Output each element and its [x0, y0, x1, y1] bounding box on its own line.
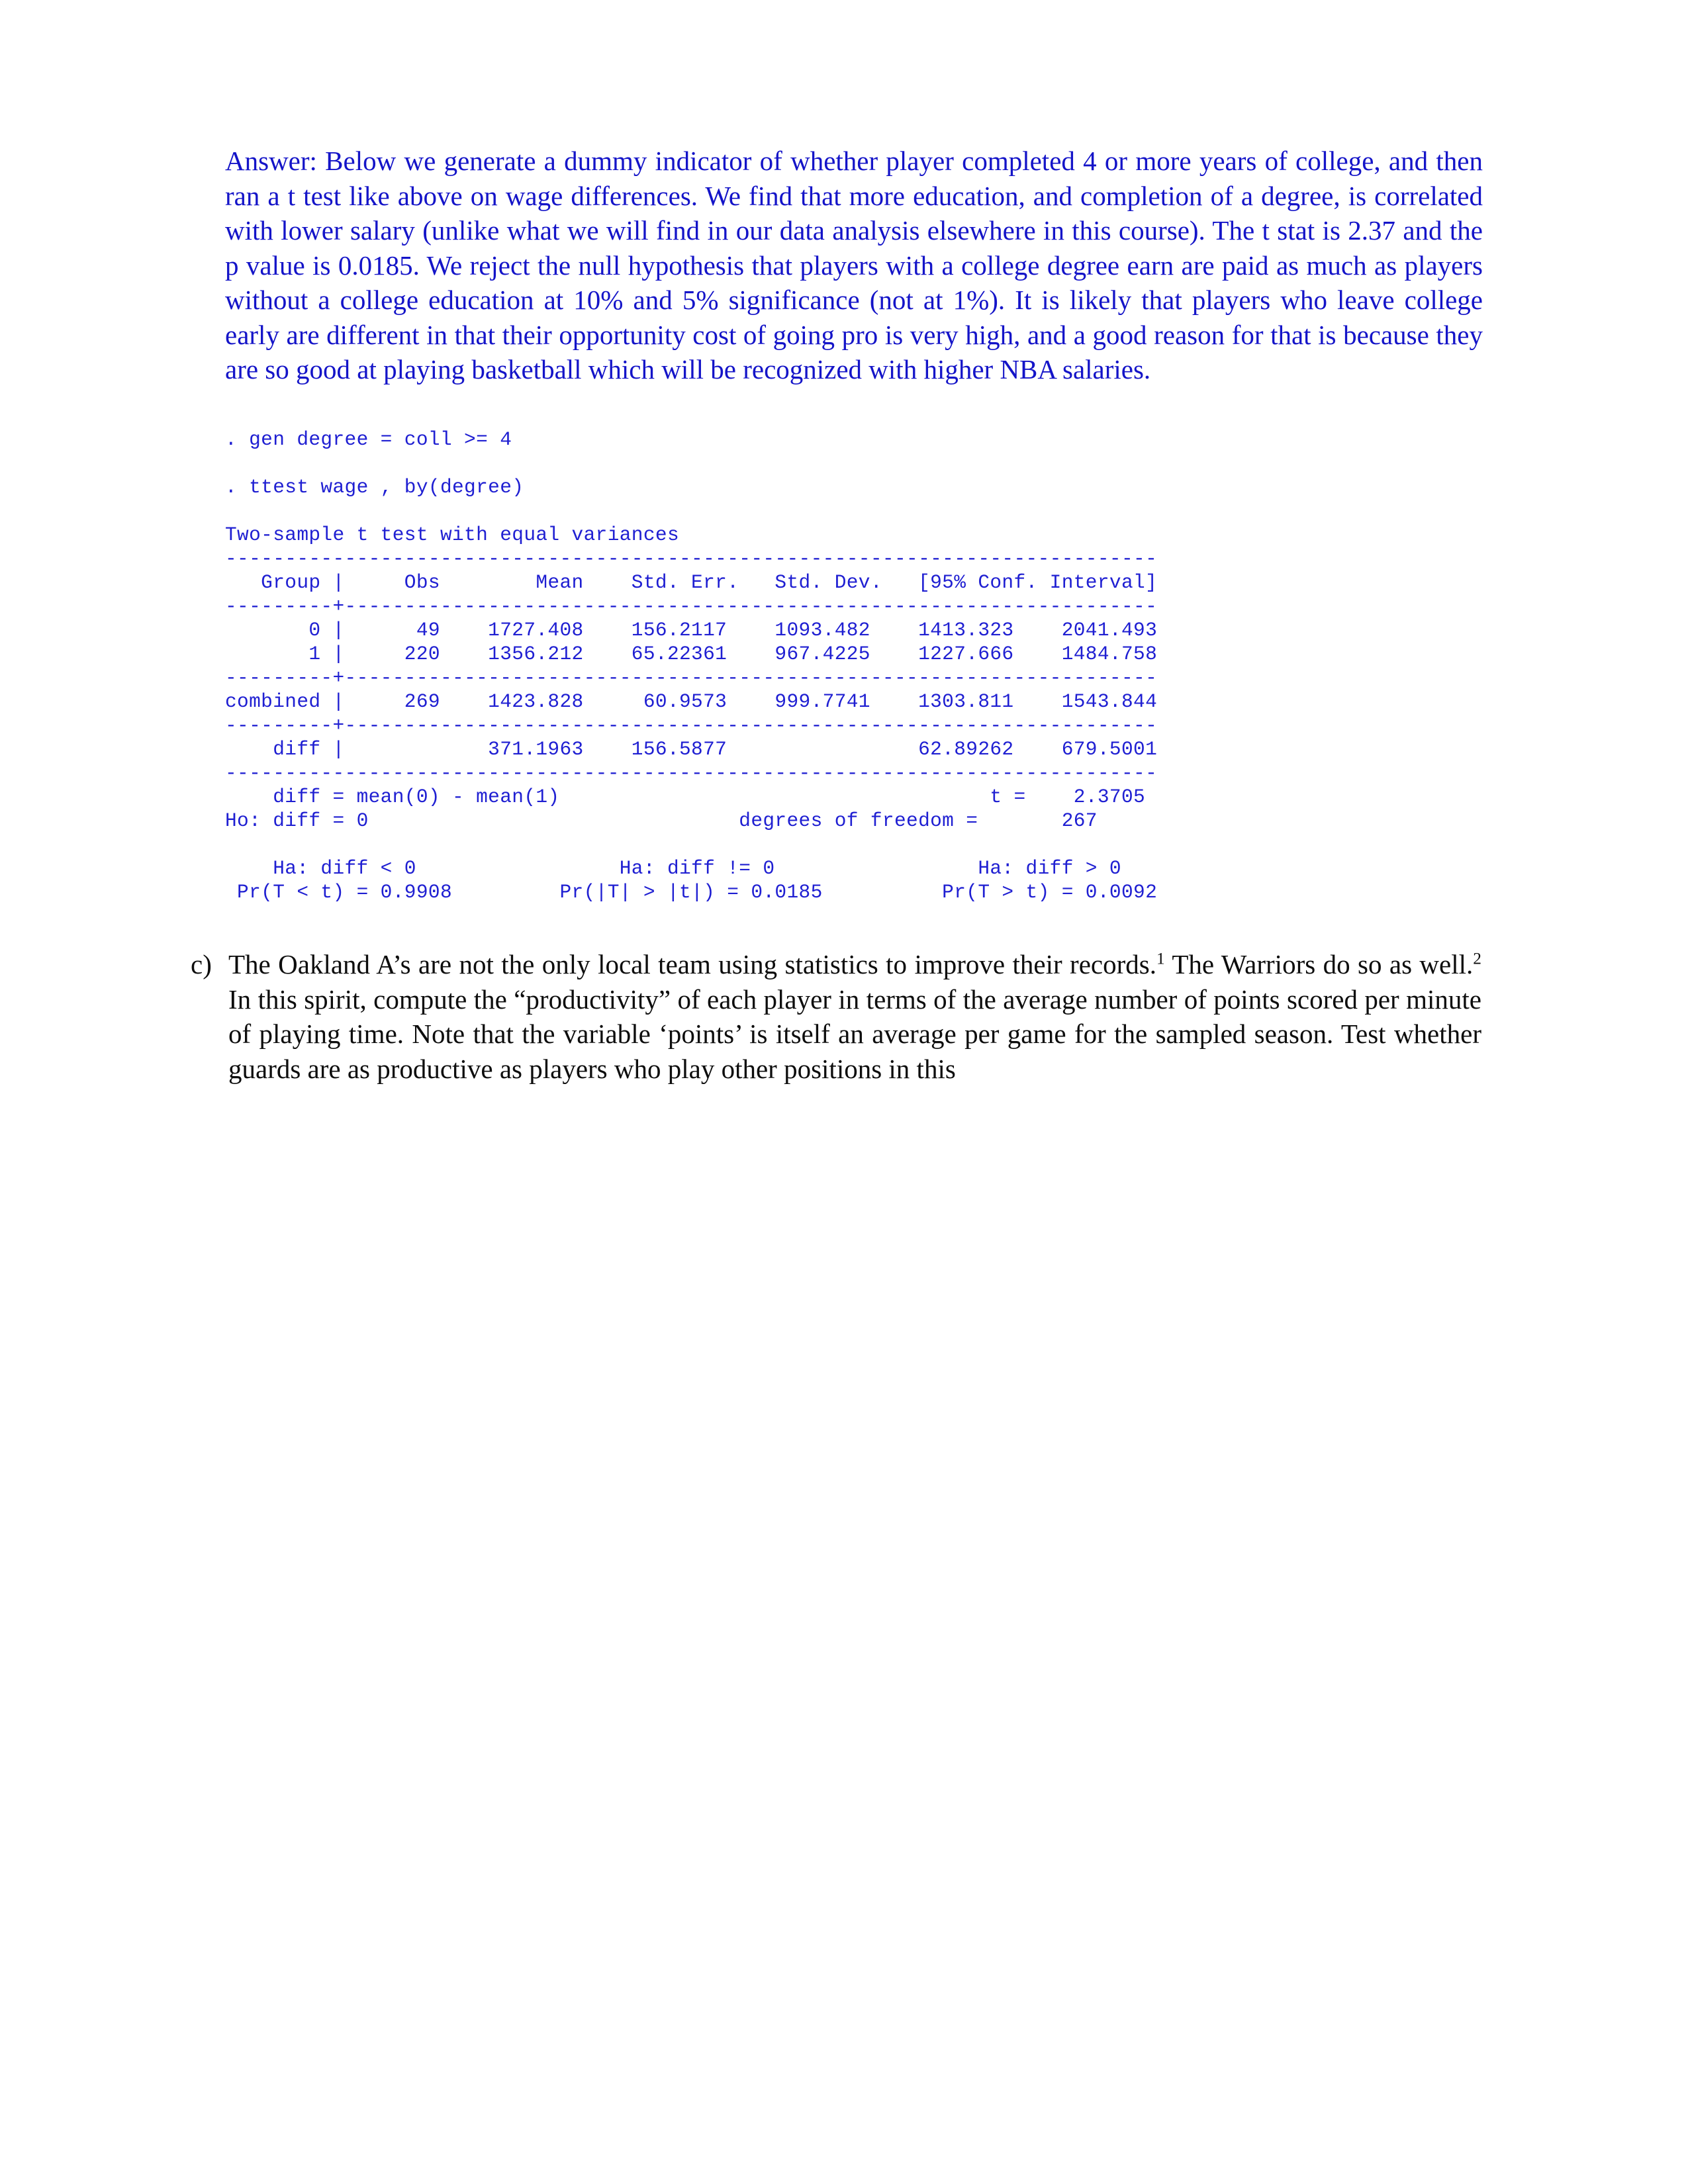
footnote-1-text: The A’s manager, Billy Beane, was the ce… — [200, 1796, 1171, 1816]
footnote-ref-1[interactable]: 1 — [1156, 949, 1165, 968]
footnote-2-marker: 2 — [191, 1821, 197, 1833]
footnote-ref-2[interactable]: 2 — [1473, 949, 1481, 968]
footnote-separator — [191, 1780, 513, 1782]
question-c-part1: The Oakland A’s are not the only local t… — [228, 949, 1156, 979]
blurred-lower-region: Answer: The variable points/min is an av… — [0, 1075, 1688, 2055]
document-page: Answer: Below we generate a dummy indica… — [0, 0, 1688, 2184]
footnote-2: 2 http://www.espn.com/nba/story/_/id/954… — [191, 1819, 1481, 1844]
footnote-2-link[interactable]: http://www.espn.com/nba/story/_/id/95410… — [201, 1821, 982, 1841]
footnotes: 1 The A’s manager, Billy Beane, was the … — [191, 1794, 1481, 1844]
footnote-1: 1 The A’s manager, Billy Beane, was the … — [191, 1794, 1481, 1819]
question-c-part3: In this spirit, compute the “productivit… — [228, 983, 1481, 1084]
answer-paragraph-b: Answer: Below we generate a dummy indica… — [225, 146, 1483, 385]
footnote-1-marker: 1 — [191, 1796, 197, 1808]
question-c: c) The Oakland A’s are not the only loca… — [191, 947, 1481, 1086]
question-c-part2: The Warriors do so as well. — [1164, 949, 1474, 979]
question-c-body: The Oakland A’s are not the only local t… — [228, 947, 1481, 1086]
question-c-marker: c) — [191, 949, 212, 979]
page-number: 2 — [838, 1969, 850, 1993]
faded-answer-paragraph-c: Answer: The variable points/min is an av… — [225, 1146, 1483, 1281]
faded-stata-output-c: . gen productivity = points / minutes ta… — [225, 1271, 1158, 1747]
stata-output-b: . gen degree = coll >= 4 . ttest wage , … — [225, 428, 1158, 903]
